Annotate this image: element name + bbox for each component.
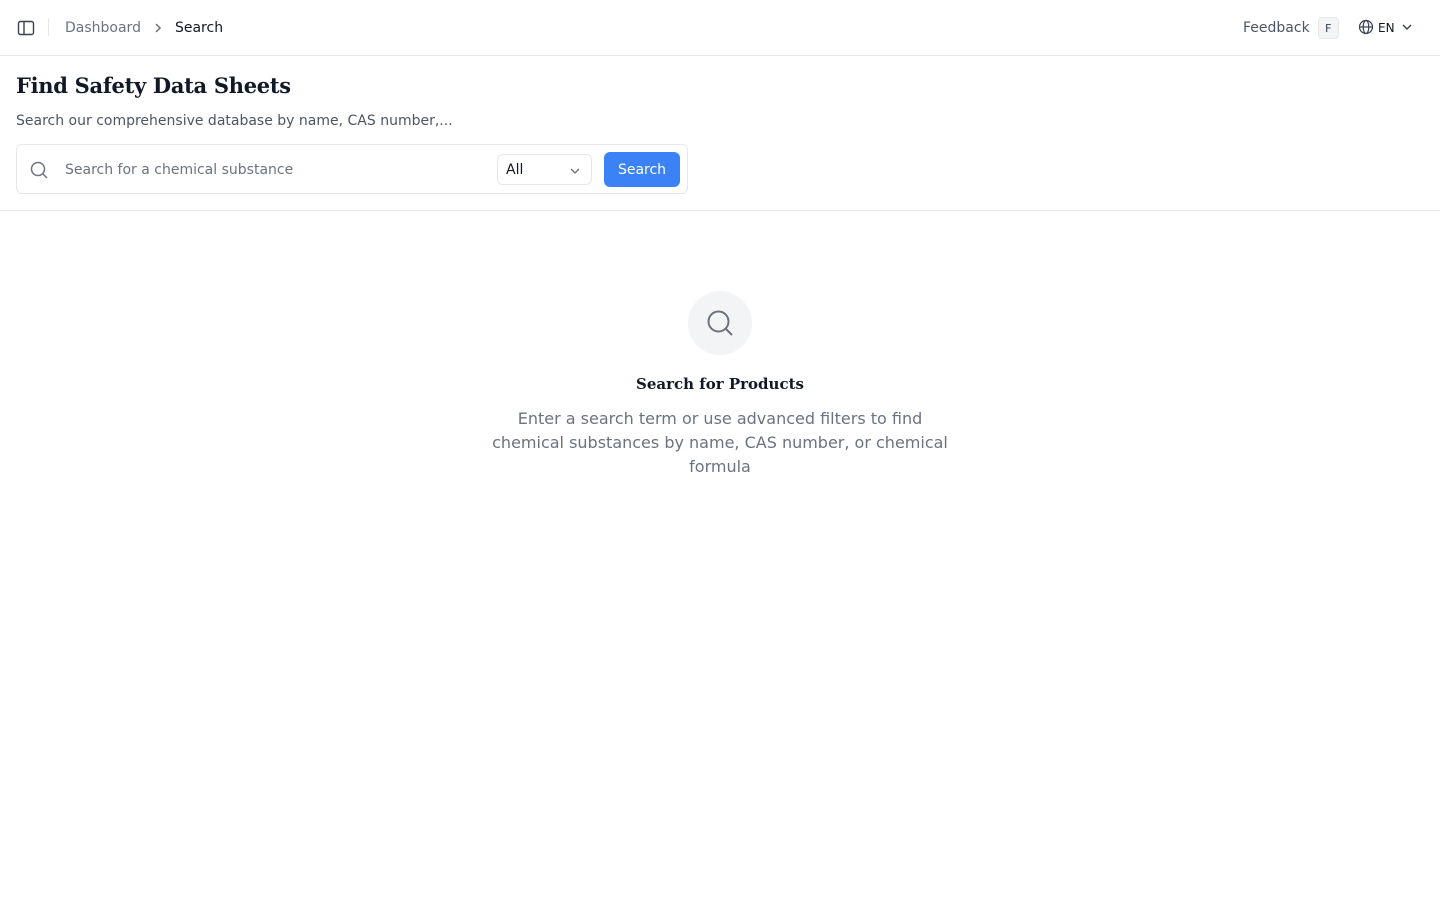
- search-input[interactable]: [53, 153, 491, 187]
- search-button[interactable]: Search: [604, 152, 680, 187]
- chevron-down-icon: [569, 164, 581, 180]
- chevron-down-icon: [1401, 21, 1413, 35]
- divider: [48, 18, 49, 36]
- search-filter-value: All: [506, 161, 524, 178]
- empty-state-description: Enter a search term or use advanced filt…: [492, 409, 948, 476]
- feedback-button[interactable]: Feedback F: [1243, 16, 1339, 40]
- empty-state-title: Search for Products: [636, 375, 804, 393]
- language-label: EN: [1378, 21, 1395, 35]
- search-icon: [29, 160, 49, 180]
- language-selector[interactable]: EN: [1358, 16, 1413, 40]
- feedback-label: Feedback: [1243, 20, 1310, 36]
- page-subtitle: Search our comprehensive database by nam…: [16, 113, 453, 129]
- top-bar: Dashboard Search Feedback F EN: [0, 0, 1440, 56]
- search-filter-select[interactable]: All: [497, 154, 592, 185]
- search-header: Find Safety Data Sheets Search our compr…: [0, 56, 1440, 211]
- sidebar-toggle-icon[interactable]: [14, 16, 38, 40]
- chevron-right-icon: [153, 22, 163, 34]
- globe-icon: [1358, 19, 1374, 38]
- breadcrumb-current: Search: [174, 20, 224, 36]
- breadcrumb: Dashboard Search: [65, 0, 223, 56]
- search-bar: All Search: [16, 144, 688, 194]
- empty-state: Search for Products Enter a search term …: [0, 291, 1440, 479]
- breadcrumb-dashboard-link[interactable]: Dashboard: [65, 20, 141, 36]
- feedback-shortcut-badge: F: [1317, 17, 1339, 39]
- page-title: Find Safety Data Sheets: [16, 73, 291, 98]
- empty-state-search-icon: [688, 291, 752, 355]
